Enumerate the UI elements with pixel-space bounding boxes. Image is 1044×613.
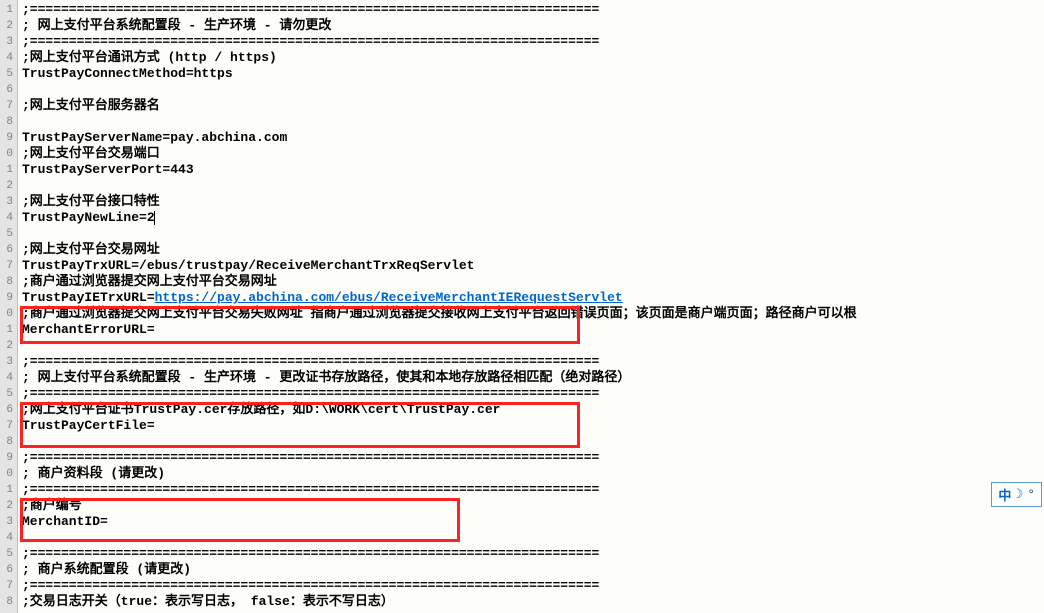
code-line[interactable]: ;商户通过浏览器提交网上支付平台交易网址	[22, 274, 1040, 290]
line-number: 2	[2, 498, 13, 514]
line-number: 8	[2, 274, 13, 290]
code-line[interactable]: ;=======================================…	[22, 450, 1040, 466]
line-number: 0	[2, 466, 13, 482]
line-number: 1	[2, 2, 13, 18]
code-line[interactable]: TrustPayConnectMethod=https	[22, 66, 1040, 82]
line-number-gutter: 12345678901234567890123456789012345678	[0, 0, 18, 613]
ime-indicator[interactable]: 中 ☽ °	[991, 482, 1042, 507]
line-number: 2	[2, 18, 13, 34]
line-number: 5	[2, 386, 13, 402]
line-number: 5	[2, 546, 13, 562]
line-number: 4	[2, 530, 13, 546]
code-line[interactable]: ; 商户系统配置段 (请更改)	[22, 562, 1040, 578]
code-area[interactable]: ;=======================================…	[18, 0, 1044, 613]
line-number: 3	[2, 34, 13, 50]
line-number: 3	[2, 194, 13, 210]
code-line[interactable]: ;网上支付平台服务器名	[22, 98, 1040, 114]
code-line[interactable]	[22, 338, 1040, 354]
code-line[interactable]	[22, 434, 1040, 450]
line-number: 1	[2, 322, 13, 338]
line-number: 0	[2, 146, 13, 162]
line-number: 7	[2, 418, 13, 434]
code-line[interactable]: ;网上支付平台证书TrustPay.cer存放路径，如D:\WORK\cert\…	[22, 402, 1040, 418]
line-number: 5	[2, 226, 13, 242]
code-line[interactable]: ;=======================================…	[22, 2, 1040, 18]
ime-lang: 中	[998, 485, 1011, 504]
code-line[interactable]: TrustPayIETrxURL=https://pay.abchina.com…	[22, 290, 1040, 306]
line-number: 8	[2, 114, 13, 130]
code-line[interactable]: TrustPayCertFile=	[22, 418, 1040, 434]
code-line[interactable]	[22, 530, 1040, 546]
code-line[interactable]: ;=======================================…	[22, 482, 1040, 498]
line-number: 8	[2, 594, 13, 610]
code-line[interactable]: MerchantID=	[22, 514, 1040, 530]
line-number: 4	[2, 370, 13, 386]
code-line[interactable]: ;=======================================…	[22, 386, 1040, 402]
line-number: 9	[2, 450, 13, 466]
code-line[interactable]: TrustPayServerPort=443	[22, 162, 1040, 178]
line-number: 2	[2, 178, 13, 194]
line-number: 3	[2, 514, 13, 530]
line-number: 6	[2, 402, 13, 418]
code-line[interactable]: ; 网上支付平台系统配置段 - 生产环境 - 更改证书存放路径，使其和本地存放路…	[22, 370, 1040, 386]
code-line[interactable]: TrustPayNewLine=2	[22, 210, 1040, 226]
code-line[interactable]: TrustPayTrxURL=/ebus/trustpay/ReceiveMer…	[22, 258, 1040, 274]
code-line[interactable]: ;网上支付平台通讯方式 (http / https)	[22, 50, 1040, 66]
line-number: 1	[2, 482, 13, 498]
code-line[interactable]: ;=======================================…	[22, 546, 1040, 562]
code-line[interactable]	[22, 178, 1040, 194]
code-line[interactable]	[22, 82, 1040, 98]
line-number: 5	[2, 66, 13, 82]
line-number: 1	[2, 162, 13, 178]
line-number: 0	[2, 306, 13, 322]
code-line[interactable]: ;=======================================…	[22, 354, 1040, 370]
line-number: 8	[2, 434, 13, 450]
line-number: 7	[2, 578, 13, 594]
code-line[interactable]: ;网上支付平台交易网址	[22, 242, 1040, 258]
code-line[interactable]: MerchantErrorURL=	[22, 322, 1040, 338]
code-line[interactable]: ;商户通过浏览器提交网上支付平台交易失败网址 指商户通过浏览器提交接收网上支付平…	[22, 306, 1040, 322]
code-editor: 12345678901234567890123456789012345678 ;…	[0, 0, 1044, 613]
ime-deg: °	[1027, 487, 1035, 502]
code-line[interactable]: ;=======================================…	[22, 578, 1040, 594]
line-number: 7	[2, 258, 13, 274]
line-number: 6	[2, 82, 13, 98]
code-line[interactable]	[22, 226, 1040, 242]
line-number: 3	[2, 354, 13, 370]
moon-icon: ☽	[1015, 487, 1023, 502]
code-line[interactable]: ; 网上支付平台系统配置段 - 生产环境 - 请勿更改	[22, 18, 1040, 34]
code-line[interactable]: ;网上支付平台接口特性	[22, 194, 1040, 210]
code-line[interactable]	[22, 114, 1040, 130]
line-number: 7	[2, 98, 13, 114]
line-number: 4	[2, 210, 13, 226]
line-number: 4	[2, 50, 13, 66]
code-line[interactable]: TrustPayServerName=pay.abchina.com	[22, 130, 1040, 146]
code-line[interactable]: ;网上支付平台交易端口	[22, 146, 1040, 162]
line-number: 6	[2, 562, 13, 578]
code-line[interactable]: ; 商户资料段 (请更改)	[22, 466, 1040, 482]
code-line[interactable]: ;=======================================…	[22, 34, 1040, 50]
text-cursor	[154, 211, 155, 225]
code-line[interactable]: ;商户编号	[22, 498, 1040, 514]
line-number: 2	[2, 338, 13, 354]
code-line[interactable]: ;交易日志开关（true：表示写日志， false：表示不写日志）	[22, 594, 1040, 610]
line-number: 9	[2, 130, 13, 146]
url-link[interactable]: https://pay.abchina.com/ebus/ReceiveMerc…	[155, 290, 623, 305]
line-number: 9	[2, 290, 13, 306]
line-number: 6	[2, 242, 13, 258]
